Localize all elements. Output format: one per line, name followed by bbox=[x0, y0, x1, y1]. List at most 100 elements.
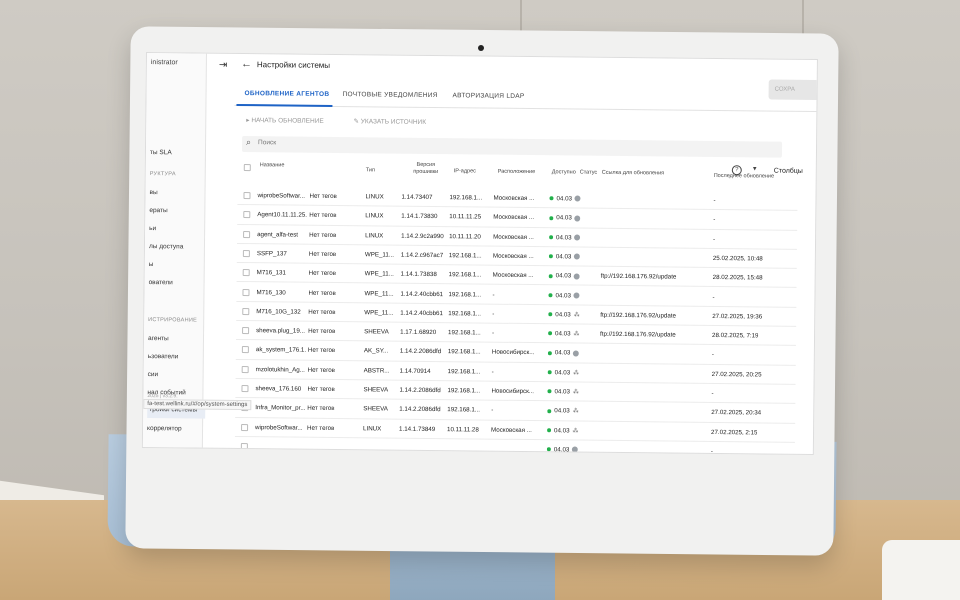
tab-agent-update[interactable]: ОБНОВЛЕНИЕ АГЕНТОВ bbox=[245, 90, 330, 98]
cell-ip: 192.168.1... bbox=[447, 406, 480, 414]
row-checkbox[interactable] bbox=[242, 288, 250, 296]
cell-last: - bbox=[711, 389, 714, 397]
row-checkbox[interactable] bbox=[240, 442, 248, 450]
cell-name: wiprobeSoftwar... bbox=[255, 423, 303, 432]
row-checkbox[interactable] bbox=[241, 385, 249, 393]
hierarchy-icon: ⁂ bbox=[573, 370, 580, 377]
sidebar-item[interactable]: агенты bbox=[148, 335, 169, 342]
col-last-update[interactable]: Последнее обновление bbox=[714, 173, 774, 181]
cell-tags: Нет тегов bbox=[307, 424, 335, 432]
row-checkbox[interactable] bbox=[242, 249, 250, 257]
cell-avail: 04.03 ⁂ bbox=[548, 330, 580, 338]
cell-ip: 10.11.11.28 bbox=[447, 425, 479, 434]
cell-last: 27.02.2025, 20:25 bbox=[711, 370, 762, 379]
online-status-dot bbox=[547, 350, 552, 356]
cell-tags: Нет тегов bbox=[309, 231, 337, 239]
cell-name: mzolotukhin_Ag... bbox=[255, 365, 305, 374]
cell-avail: 04.03 bbox=[548, 292, 580, 299]
check-status-icon bbox=[574, 215, 581, 222]
hierarchy-icon: ⁂ bbox=[573, 331, 580, 338]
row-checkbox[interactable] bbox=[243, 230, 251, 238]
row-checkbox[interactable] bbox=[243, 211, 251, 219]
cell-name: agent_alfa-test bbox=[257, 230, 299, 239]
search-input[interactable] bbox=[258, 139, 559, 150]
agents-table: Название Тип Версия прошивки IP-адрес Ра… bbox=[234, 158, 798, 456]
start-update-button[interactable]: ▸ НАЧАТЬ ОБНОВЛЕНИЕ bbox=[246, 117, 338, 125]
col-type[interactable]: Тип bbox=[366, 167, 375, 174]
back-arrow-icon[interactable]: ← bbox=[241, 58, 252, 70]
cell-tags: Нет тегов bbox=[308, 327, 336, 336]
cell-name: Infra_Monitor_pr... bbox=[255, 404, 306, 412]
col-location[interactable]: Расположение bbox=[498, 169, 535, 176]
sidebar-item[interactable]: ты SLA bbox=[150, 149, 172, 156]
cell-ip: 10.11.11.20 bbox=[449, 232, 481, 241]
online-status-dot bbox=[548, 254, 553, 259]
select-all-checkbox[interactable] bbox=[243, 164, 251, 172]
cell-ver: 1.17.1.68920 bbox=[400, 328, 437, 337]
cell-last: - bbox=[713, 235, 716, 243]
cell-tags: Нет тегов bbox=[309, 212, 337, 220]
online-status-dot bbox=[548, 293, 553, 298]
sidebar-item[interactable]: сии bbox=[148, 371, 159, 378]
sidebar-item[interactable]: ьзователи bbox=[148, 353, 179, 360]
row-checkbox[interactable] bbox=[241, 423, 249, 431]
online-status-dot bbox=[547, 370, 552, 375]
cell-link: ftp://192.168.176.92/update bbox=[600, 272, 677, 281]
row-checkbox[interactable] bbox=[243, 192, 251, 200]
set-source-button[interactable]: ✎ УКАЗАТЬ ИСТОЧНИК bbox=[354, 118, 441, 126]
cell-ver: 1.14.2.2086dfd bbox=[399, 405, 441, 414]
online-status-dot bbox=[549, 215, 554, 220]
cell-avail: 04.03 bbox=[549, 215, 581, 222]
available-version: 04.03 bbox=[553, 446, 570, 454]
cell-last: - bbox=[711, 351, 714, 359]
search-icon: ⌕ bbox=[246, 137, 252, 148]
sidebar-user[interactable]: inistrator bbox=[151, 59, 178, 66]
cell-last: 27.02.2025, 19:36 bbox=[712, 312, 763, 321]
cell-loc: Московская ... bbox=[492, 252, 534, 260]
tab-mail-notifications[interactable]: ПОЧТОВЫЕ УВЕДОМЛЕНИЯ bbox=[343, 91, 438, 99]
cell-ver: 1.14.1.73849 bbox=[399, 425, 436, 433]
sidebar-item[interactable]: лы доступа bbox=[149, 243, 183, 250]
col-name[interactable]: Название bbox=[260, 162, 285, 169]
available-version: 04.03 bbox=[555, 330, 571, 338]
row-checkbox[interactable] bbox=[241, 346, 249, 354]
hierarchy-icon: ⁂ bbox=[573, 312, 580, 319]
check-status-icon bbox=[574, 273, 581, 280]
col-version[interactable]: Версия прошивки bbox=[408, 162, 444, 176]
cell-name: SSFP_137 bbox=[256, 250, 287, 258]
cell-tags: Нет тегов bbox=[308, 289, 336, 297]
cell-ver: 1.14.70914 bbox=[399, 367, 431, 375]
row-checkbox[interactable] bbox=[242, 307, 250, 315]
sidebar-item[interactable]: ьи bbox=[149, 225, 156, 232]
cell-name: M716_10G_132 bbox=[256, 307, 301, 316]
sidebar-section-structure: РУКТУРА bbox=[149, 171, 176, 178]
available-version: 04.03 bbox=[555, 272, 572, 280]
row-checkbox[interactable] bbox=[242, 269, 250, 277]
sidebar-item[interactable]: коррелятор bbox=[147, 425, 182, 432]
available-version: 04.03 bbox=[555, 253, 572, 261]
cell-tags: Нет тегов bbox=[307, 405, 335, 413]
sidebar-item[interactable]: ы bbox=[149, 261, 154, 268]
online-status-dot bbox=[547, 428, 552, 433]
page-title: Настройки системы bbox=[256, 60, 331, 70]
col-available[interactable]: Доступно bbox=[552, 169, 576, 176]
available-version: 04.03 bbox=[554, 407, 570, 415]
cell-loc: Новосибирск... bbox=[491, 387, 535, 396]
collapse-sidebar-icon[interactable]: ⇥ bbox=[219, 60, 228, 71]
cell-ip: 192.168.1... bbox=[448, 329, 481, 337]
available-version: 04.03 bbox=[554, 349, 571, 357]
cell-loc: - bbox=[492, 329, 495, 337]
cell-avail: 04.03 ⁂ bbox=[548, 311, 580, 318]
cell-name: ak_system_176.1... bbox=[255, 346, 306, 355]
sidebar-item[interactable]: ователи bbox=[149, 279, 173, 286]
sidebar-item[interactable]: вы bbox=[149, 189, 157, 196]
sidebar-item[interactable]: ераты bbox=[149, 207, 167, 214]
col-ip[interactable]: IP-адрес bbox=[454, 168, 476, 175]
tab-ldap-auth[interactable]: АВТОРИЗАЦИЯ LDAP bbox=[453, 92, 525, 100]
cell-tags: Нет тегов bbox=[308, 308, 336, 316]
online-status-dot bbox=[547, 389, 552, 394]
row-checkbox[interactable] bbox=[242, 327, 250, 335]
row-checkbox[interactable] bbox=[241, 365, 249, 373]
col-status[interactable]: Статус bbox=[580, 170, 597, 177]
col-update-link[interactable]: Ссылка для обновления bbox=[602, 170, 664, 178]
